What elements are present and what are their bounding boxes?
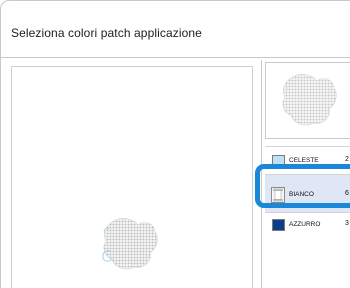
design-thumbnail (265, 62, 350, 139)
applique-color-dialog: Seleziona colori patch applicazione CELE… (0, 0, 350, 288)
thread-number: 2 (345, 156, 349, 163)
dialog-title: Seleziona colori patch applicazione (11, 26, 202, 40)
side-panel: CELESTE 2 BIANCO 6 AZZURRO 3 (261, 60, 350, 288)
embroidery-design-preview-icon (102, 218, 158, 270)
thread-swatch (272, 219, 285, 231)
thread-name: CELESTE (289, 157, 319, 164)
title-bar: Seleziona colori patch applicazione (1, 1, 350, 58)
embroidery-design-thumbnail-icon (282, 74, 337, 126)
thread-row-celeste[interactable]: CELESTE 2 (265, 146, 350, 173)
design-preview-pane (11, 66, 253, 288)
thread-row-bianco[interactable]: BIANCO 6 (265, 174, 350, 212)
thread-name: BIANCO (289, 191, 314, 198)
thread-number: 6 (345, 190, 349, 197)
thread-number: 3 (345, 220, 349, 227)
thread-spool-icon (271, 187, 285, 203)
thread-name: AZZURRO (289, 221, 321, 228)
thread-row-azzurro[interactable]: AZZURRO 3 (265, 212, 350, 236)
thread-swatch (272, 155, 285, 167)
